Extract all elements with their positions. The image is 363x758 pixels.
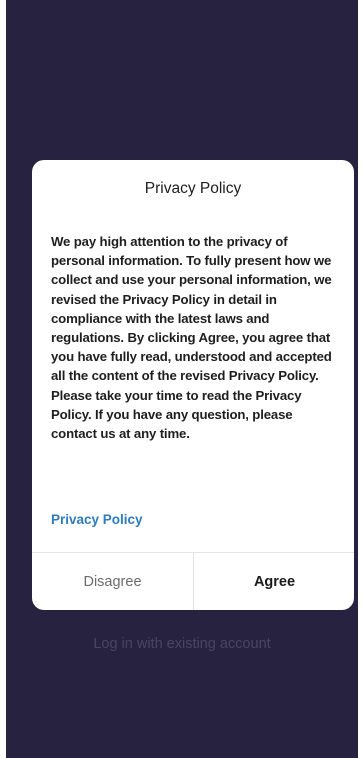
privacy-policy-link[interactable]: Privacy Policy [51, 512, 143, 527]
agree-button[interactable]: Agree [194, 553, 354, 610]
app-screen: Log in with existing account Privacy Pol… [6, 0, 358, 758]
privacy-policy-dialog: Privacy Policy We pay high attention to … [32, 160, 354, 610]
disagree-button[interactable]: Disagree [32, 553, 193, 610]
dialog-body-text: We pay high attention to the privacy of … [51, 234, 332, 442]
login-existing-account-link[interactable]: Log in with existing account [6, 636, 358, 652]
dialog-title: Privacy Policy [144, 180, 242, 197]
